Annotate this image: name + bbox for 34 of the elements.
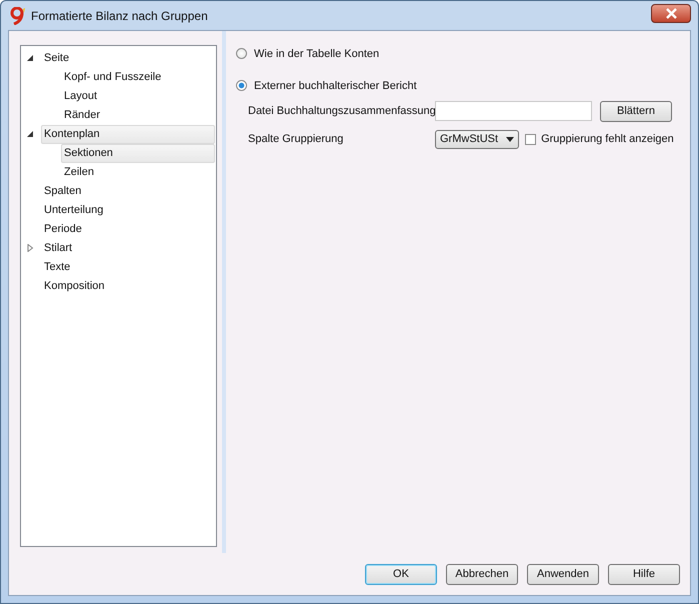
checkbox-label: Gruppierung fehlt anzeigen <box>541 133 674 145</box>
tree-item[interactable]: Seite <box>41 49 215 68</box>
expander-icon[interactable] <box>26 130 34 138</box>
tree-item[interactable]: Komposition <box>41 277 215 296</box>
tree-item[interactable]: Kopf- und Fusszeile <box>61 68 215 87</box>
radio-button[interactable] <box>236 80 247 91</box>
radio-label: Wie in der Tabelle Konten <box>254 48 380 60</box>
checkbox[interactable] <box>525 134 536 144</box>
tree-item[interactable]: Texte <box>41 258 215 277</box>
tree-item[interactable]: Unterteilung <box>41 201 215 220</box>
tree-item[interactable]: Sektionen <box>61 144 215 163</box>
app-logo-icon <box>10 6 26 24</box>
file-input-field[interactable] <box>435 101 592 121</box>
field-label: Datei Buchhaltungszusammenfassung <box>248 105 435 117</box>
close-button[interactable] <box>651 4 691 23</box>
radio-button[interactable] <box>236 48 247 59</box>
tree-item[interactable]: Spalten <box>41 182 215 201</box>
window-title: Formatierte Bilanz nach Gruppen <box>31 8 208 22</box>
dialog-button[interactable]: Anwenden <box>527 564 599 584</box>
tree-item[interactable]: Zeilen <box>61 163 215 182</box>
dialog-button[interactable]: Abbrechen <box>446 564 518 584</box>
tree-item[interactable]: Ränder <box>61 106 215 125</box>
dialog-button[interactable]: OK <box>365 564 437 584</box>
close-icon <box>664 8 678 19</box>
tree-item[interactable]: Periode <box>41 220 215 239</box>
tree-item[interactable]: Stilart <box>41 239 215 258</box>
tree-item[interactable]: Layout <box>61 87 215 106</box>
grouping-dropdown[interactable]: GrMwStUSt <box>435 130 520 148</box>
radio-label: Externer buchhalterischer Bericht <box>254 80 417 92</box>
field-label: Spalte Gruppierung <box>248 133 344 145</box>
expander-icon[interactable] <box>26 54 34 62</box>
browse-button[interactable]: Blättern <box>600 100 672 122</box>
dialog-button[interactable]: Hilfe <box>608 564 680 584</box>
caret-icon <box>506 136 514 142</box>
